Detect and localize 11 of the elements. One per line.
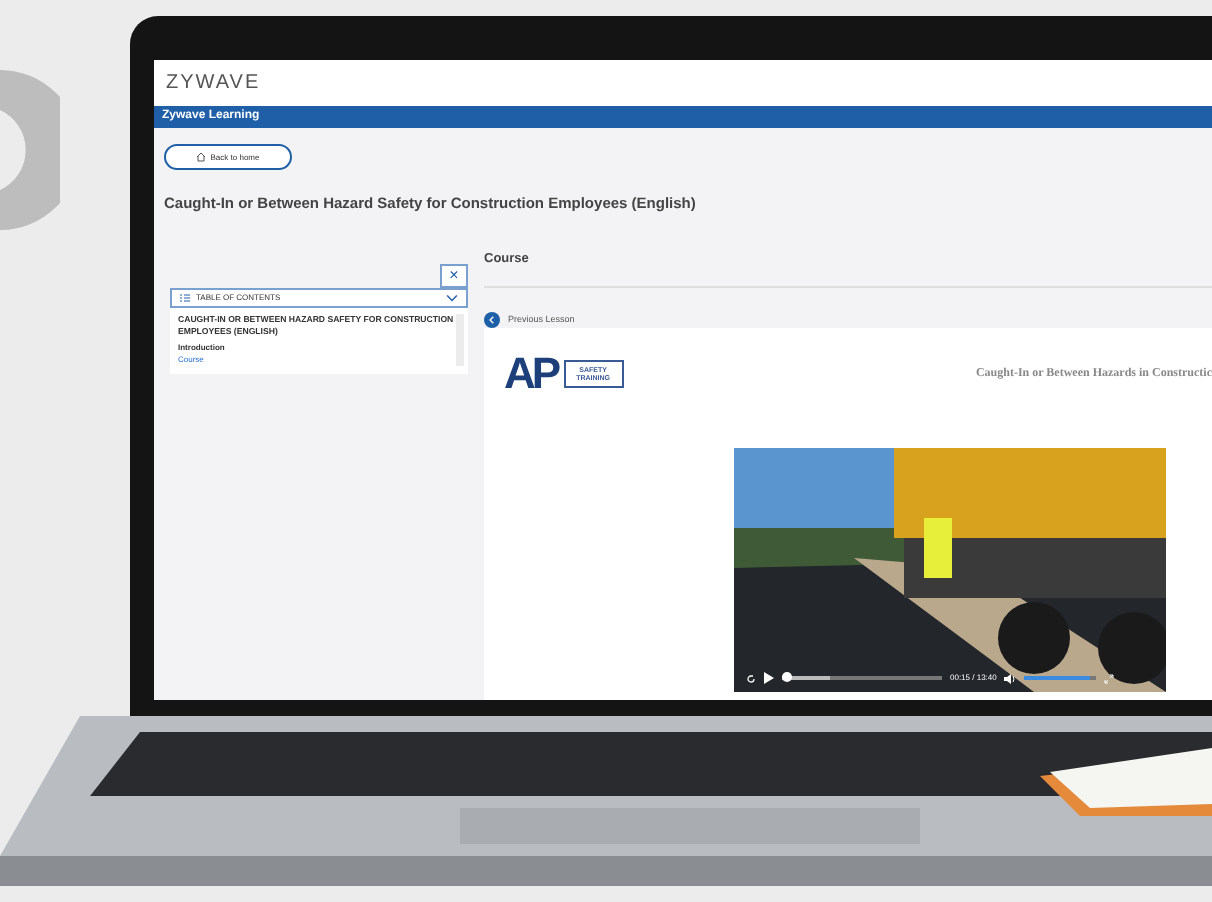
progress-thumb[interactable] — [782, 672, 793, 682]
list-icon — [180, 294, 190, 302]
fullscreen-icon[interactable] — [1104, 673, 1115, 683]
play-icon[interactable] — [764, 672, 774, 684]
chevron-left-icon — [488, 316, 496, 324]
home-icon — [196, 152, 207, 162]
replay-icon[interactable] — [746, 673, 756, 683]
close-button[interactable]: × — [440, 264, 468, 288]
previous-lesson-button[interactable] — [484, 312, 500, 328]
volume-icon[interactable] — [1004, 673, 1017, 683]
brand-logo: ZYWAVE — [166, 70, 261, 98]
